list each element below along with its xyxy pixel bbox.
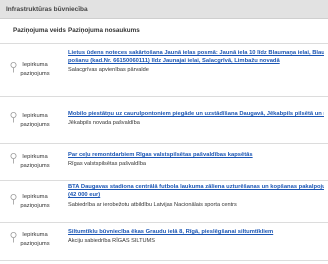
notice-publisher: Jēkabpils novada pašvaldība — [68, 120, 140, 126]
notice-title-link[interactable]: Lietus ūdens noteces sakārtošana Jaunā i… — [68, 49, 324, 65]
table-row: Iepirkuma paziņojums Lietus ūdens notece… — [0, 46, 328, 96]
table-row: Iepirkuma paziņojums Siltumtīklu būvniec… — [0, 224, 328, 264]
notice-type: Iepirkuma paziņojums — [9, 153, 61, 171]
notice-title-line: (42 000 eur) — [68, 192, 101, 199]
notice-title-link[interactable]: Mobilo piestātņu uz caurulpontoniem pieg… — [68, 110, 324, 118]
row-divider — [0, 96, 328, 97]
notice-type: Iepirkuma paziņojums — [9, 231, 61, 249]
procurement-panel: Infrastruktūras būvniecība Paziņojuma ve… — [0, 0, 328, 264]
notice-type-line2: paziņojums — [20, 71, 50, 77]
notice-type: Iepirkuma paziņojums — [9, 193, 61, 211]
notice-title-line: Lietus ūdens noteces sakārtošana Jaunā i… — [68, 50, 324, 56]
panel-header: Infrastruktūras būvniecība — [0, 0, 328, 19]
row-divider — [0, 222, 328, 223]
row-divider — [0, 180, 328, 181]
notice-type-line1: Iepirkuma — [22, 113, 48, 119]
notice-type-line2: paziņojums — [20, 163, 50, 169]
notice-type: Iepirkuma paziņojums — [9, 61, 61, 79]
notice-title-link[interactable]: Par ceļu remontdarbiem Rīgas valstspilsē… — [68, 151, 324, 159]
row-divider — [0, 260, 328, 261]
column-header-type: Paziņojuma veids — [13, 27, 66, 34]
notice-type-line1: Iepirkuma — [22, 194, 48, 200]
table-row: Iepirkuma paziņojums Par ceļu remontdarb… — [0, 145, 328, 180]
notice-title-link[interactable]: BTA Daugavas stadiona centrālā futbola l… — [68, 183, 324, 199]
column-header-name: Paziņojuma nosaukums — [68, 27, 140, 34]
notice-title-line: Mobilo piestātņu uz caurulpontoniem pieg… — [68, 111, 324, 117]
notice-title-line: BTA Daugavas stadiona centrālā futbola l… — [68, 184, 324, 190]
header-divider — [0, 43, 328, 44]
row-divider — [0, 143, 328, 144]
notice-type-line2: paziņojums — [20, 203, 50, 209]
notice-publisher: Akciju sabiedrība RĪGAS SILTUMS — [68, 238, 155, 244]
notice-publisher: Sabiedrība ar ierobežotu atbildību Latvi… — [68, 202, 237, 208]
notice-type: Iepirkuma paziņojums — [9, 112, 61, 130]
notice-title-line: Siltumtīklu būvniecība ēkas Graudu ielā … — [68, 229, 274, 235]
notice-type-line2: paziņojums — [20, 122, 50, 128]
notice-title-link[interactable]: Siltumtīklu būvniecība ēkas Graudu ielā … — [68, 228, 324, 236]
table-row: Iepirkuma paziņojums BTA Daugavas stadio… — [0, 182, 328, 222]
notice-type-line2: paziņojums — [20, 241, 50, 247]
notice-publisher: Salacgrīvas apvienības pārvalde — [68, 67, 149, 73]
notice-title-line: pošanu (kad.Nr. 66150060111) līdz Jaunaj… — [68, 58, 280, 65]
notice-type-line1: Iepirkuma — [22, 62, 48, 68]
notice-type-line1: Iepirkuma — [22, 232, 48, 238]
notice-publisher: Rīgas valstspilsētas pašvaldība — [68, 161, 147, 167]
notice-type-line1: Iepirkuma — [22, 154, 48, 160]
notice-title-line: Par ceļu remontdarbiem Rīgas valstspilsē… — [68, 152, 253, 158]
table-row: Iepirkuma paziņojums Mobilo piestātņu uz… — [0, 104, 328, 142]
